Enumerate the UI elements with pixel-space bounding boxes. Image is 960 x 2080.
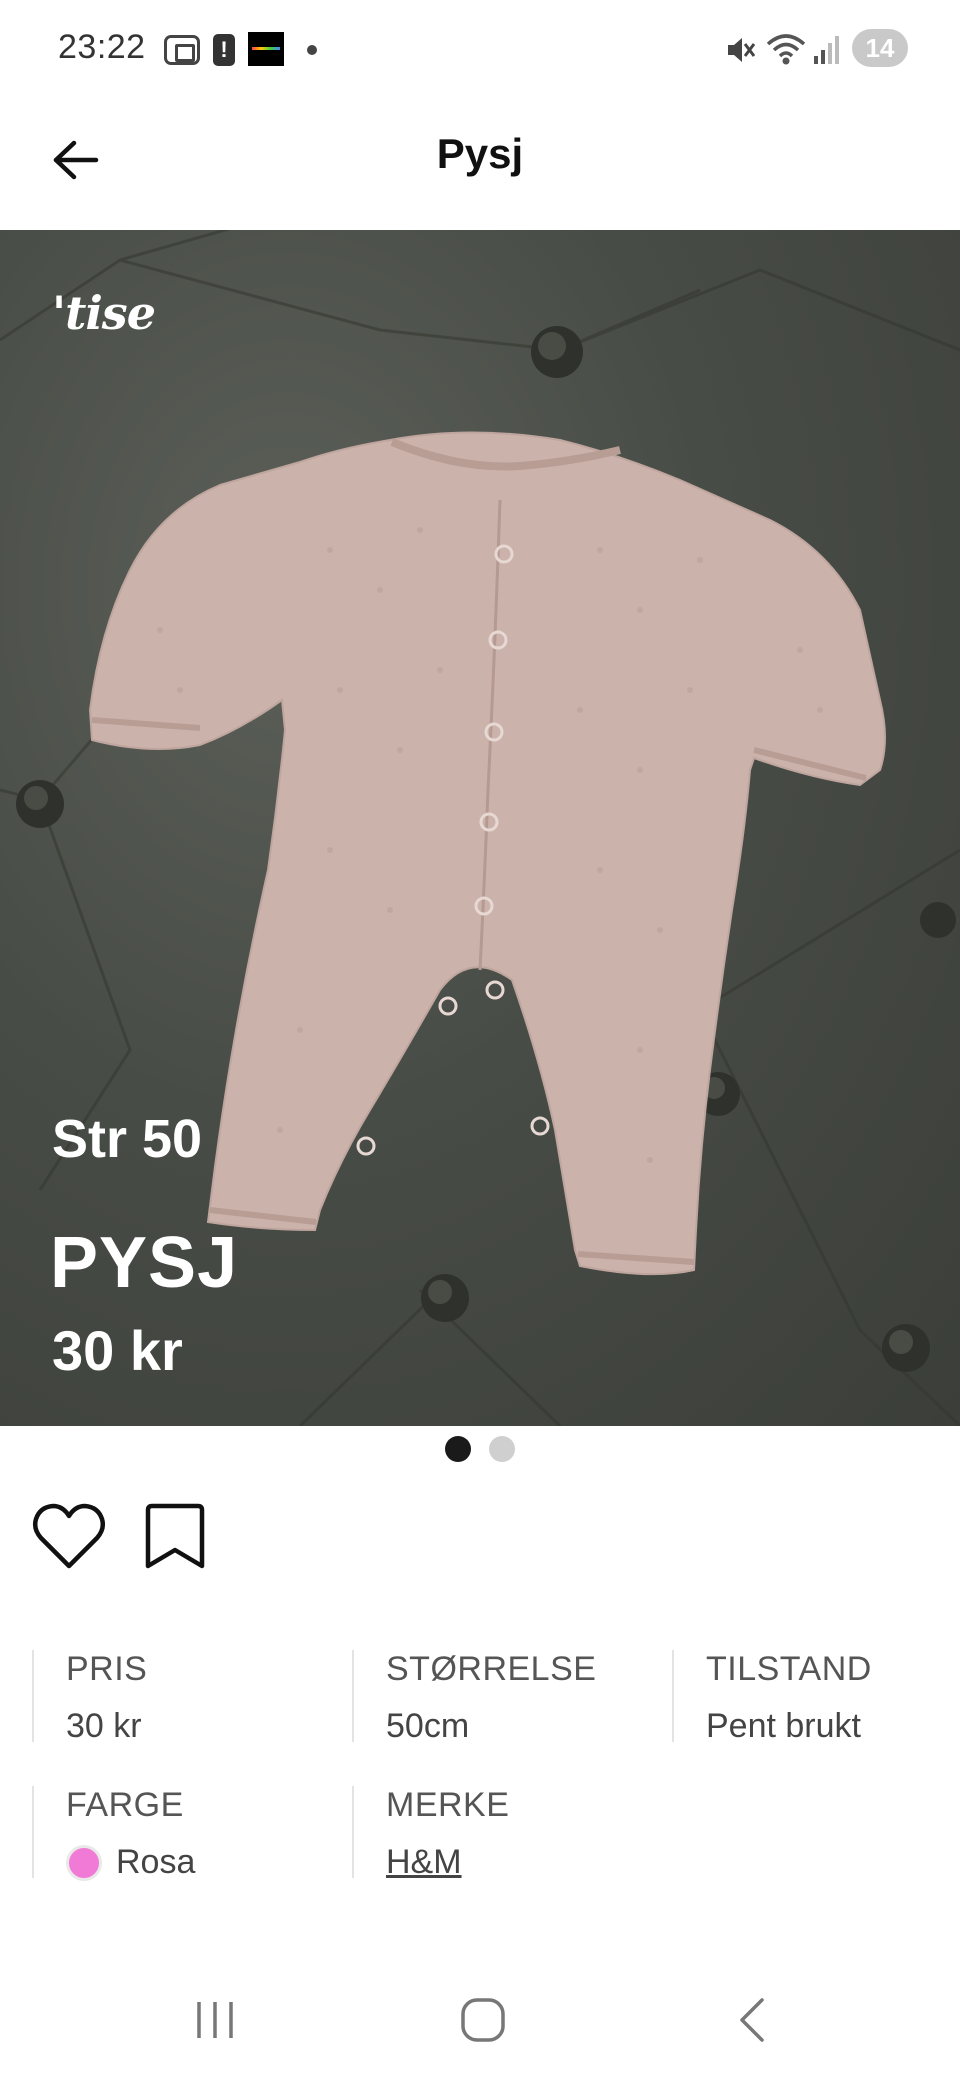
pager-dot-2[interactable] — [489, 1436, 515, 1462]
attribute-label: FARGE — [66, 1786, 184, 1824]
nav-back-button[interactable] — [712, 1990, 792, 2050]
alert-icon: ! — [213, 34, 235, 66]
status-bar: 23:22 ! 14 — [0, 0, 960, 100]
page-title: Pysj — [436, 130, 524, 177]
attribute-label: TILSTAND — [706, 1650, 872, 1688]
attribute-value: Pent brukt — [706, 1707, 861, 1745]
system-nav-bar — [0, 1960, 960, 2080]
tise-watermark: 'tise — [52, 286, 156, 340]
attribute-value: Rosa — [116, 1843, 196, 1881]
overlay-name-text: PYSJ — [50, 1223, 239, 1303]
pager-dot-1[interactable] — [445, 1436, 471, 1462]
status-time: 23:22 — [58, 28, 146, 66]
overlay-price-text: 30 kr — [52, 1319, 183, 1382]
attribute-value-row: Rosa — [66, 1843, 195, 1882]
signal-icon — [812, 32, 842, 71]
heart-icon — [32, 1503, 106, 1569]
product-image[interactable]: 'tise Str 50 PYSJ 30 kr — [0, 230, 960, 1426]
recent-apps-button[interactable] — [175, 1990, 255, 2050]
attribute-color: FARGE Rosa — [32, 1786, 195, 1881]
attribute-value: 50cm — [386, 1707, 470, 1745]
attribute-size: STØRRELSE 50cm — [352, 1650, 597, 1745]
color-swatch — [66, 1844, 102, 1881]
attribute-brand: MERKE H&M — [352, 1786, 510, 1881]
overlay-size-text: Str 50 — [52, 1109, 203, 1169]
brand-link[interactable]: H&M — [386, 1843, 509, 1882]
mute-icon — [724, 34, 756, 71]
attribute-label: STØRRELSE — [386, 1650, 597, 1688]
header: Pysj — [0, 100, 960, 230]
battery-icon: 14 — [852, 29, 908, 67]
attribute-value: 30 kr — [66, 1707, 142, 1745]
wifi-icon — [766, 32, 806, 71]
like-button[interactable] — [32, 1502, 106, 1572]
image-pager — [0, 1436, 960, 1464]
home-icon — [461, 1998, 505, 2042]
recent-apps-icon — [197, 2002, 233, 2038]
attribute-label: PRIS — [66, 1650, 148, 1688]
attribute-label: MERKE — [386, 1786, 510, 1824]
bookmark-icon — [145, 1503, 205, 1569]
more-dot-icon — [307, 45, 317, 55]
attribute-condition: TILSTAND Pent brukt — [672, 1650, 872, 1745]
back-icon — [740, 1998, 764, 2042]
app-notification-icon — [248, 32, 284, 66]
home-button[interactable] — [443, 1990, 523, 2050]
attribute-price: PRIS 30 kr — [32, 1650, 148, 1745]
screenshot-icon — [164, 35, 200, 65]
save-button[interactable] — [144, 1502, 206, 1572]
